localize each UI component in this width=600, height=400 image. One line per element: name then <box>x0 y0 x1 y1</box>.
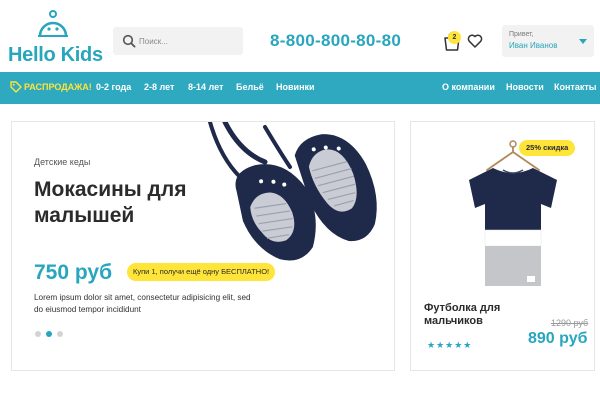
slider-dot[interactable] <box>57 331 63 337</box>
nav-item-0-2[interactable]: 0-2 года <box>96 82 131 92</box>
logo-text: Hello Kids <box>8 44 103 66</box>
logo[interactable]: Hello Kids <box>8 10 103 66</box>
banner-description: Lorem ipsum dolor sit amet, consectetur … <box>34 293 251 314</box>
header: Hello Kids 8-800-800-80-80 2 Привет, Ива… <box>0 0 600 72</box>
account-dropdown[interactable]: Привет, Иван Иванов <box>502 25 594 57</box>
search-icon[interactable] <box>122 34 136 48</box>
search-input[interactable] <box>139 33 239 49</box>
banner-title: Мокасины для малышей <box>34 178 187 227</box>
tshirt-image <box>469 140 557 286</box>
product-card[interactable]: 25% скидка Футболка для мальчиков 1290 р… <box>410 121 595 371</box>
page: Hello Kids 8-800-800-80-80 2 Привет, Ива… <box>0 0 600 400</box>
phone-number[interactable]: 8-800-800-80-80 <box>270 31 401 51</box>
banner-price: 750 руб <box>34 261 113 284</box>
logo-icon <box>38 10 68 37</box>
search-box[interactable] <box>113 27 243 55</box>
nav-item-sale[interactable]: РАСПРОДАЖА! <box>24 82 92 92</box>
nav-item-new[interactable]: Новинки <box>276 82 315 92</box>
hero-banner[interactable]: Детские кеды Мокасины для малышей 750 ру… <box>11 121 395 371</box>
product-price: 890 руб <box>528 330 588 347</box>
account-greeting: Привет, <box>509 31 534 38</box>
nav-item-underwear[interactable]: Бельё <box>236 82 264 92</box>
tag-icon <box>10 81 22 93</box>
slider-dots <box>35 331 75 339</box>
banner-eyebrow: Детские кеды <box>34 157 91 167</box>
nav-item-2-8[interactable]: 2-8 лет <box>144 82 174 92</box>
nav-item-about[interactable]: О компании <box>442 82 495 92</box>
slider-dot-active[interactable] <box>46 331 52 337</box>
slider-dot[interactable] <box>35 331 41 337</box>
main-nav: РАСПРОДАЖА! 0-2 года 2-8 лет 8-14 лет Бе… <box>0 72 600 104</box>
nav-item-news[interactable]: Новости <box>506 82 544 92</box>
account-name: Иван Иванов <box>509 41 558 50</box>
cart-count-badge: 2 <box>448 31 461 44</box>
nav-item-contacts[interactable]: Контакты <box>554 82 596 92</box>
promo-badge: Купи 1, получи ещё одну БЕСПЛАТНО! <box>127 263 276 281</box>
product-title[interactable]: Футболка для мальчиков <box>424 302 534 328</box>
discount-badge: 25% скидка <box>519 140 576 156</box>
heart-icon[interactable] <box>467 33 483 49</box>
star-rating: ★★★★★ <box>427 340 473 350</box>
nav-item-8-14[interactable]: 8-14 лет <box>188 82 223 92</box>
chevron-down-icon <box>579 39 587 44</box>
old-price: 1290 руб <box>551 318 589 328</box>
